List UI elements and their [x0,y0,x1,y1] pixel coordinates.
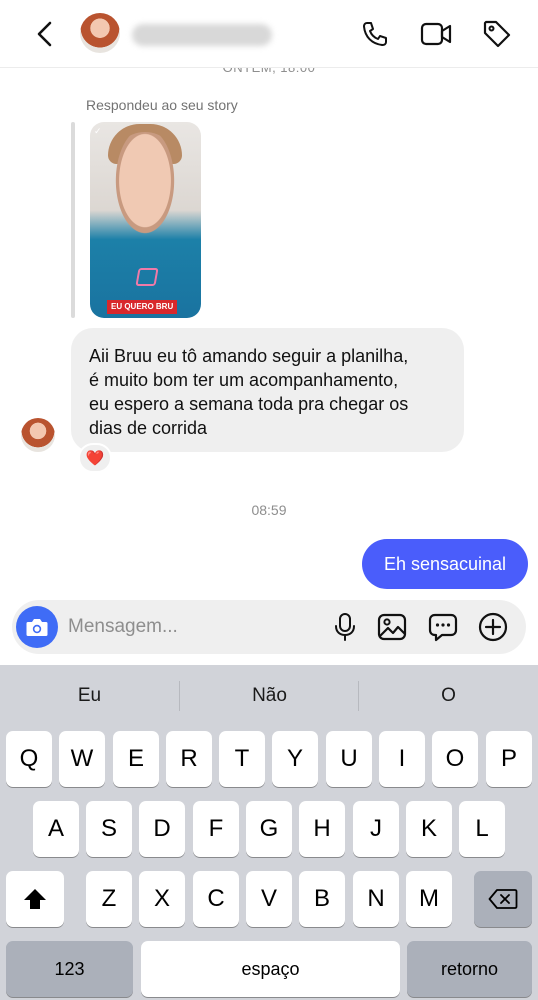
conversation-header [0,0,538,68]
key-q[interactable]: Q [6,731,52,787]
story-badge: EU QUERO BRU [107,300,178,314]
message-line: dias de corrida [89,418,208,438]
key-g[interactable]: G [246,801,292,857]
incoming-message-bubble[interactable]: Aii Bruu eu tô amando seguir a planilha,… [71,328,464,452]
suggestion-3[interactable]: O [359,665,538,727]
key-v[interactable]: V [246,871,292,927]
message-input[interactable] [68,613,318,641]
camera-icon [26,619,48,636]
tag-icon [483,20,511,48]
key-l[interactable]: L [459,801,505,857]
heart-icon: ❤️ [85,450,105,467]
key-j[interactable]: J [353,801,399,857]
dm-conversation-screen: ONTEM, 18:00 Respondeu ao seu story ✓ EU… [0,0,538,1000]
outgoing-message-bubble[interactable]: Eh sensacuinal [362,539,528,589]
return-key[interactable]: retorno [407,941,532,997]
key-s[interactable]: S [86,801,132,857]
key-z[interactable]: Z [86,871,132,927]
camera-button[interactable] [16,606,58,648]
key-f[interactable]: F [193,801,239,857]
shift-icon [24,889,46,909]
message-line: é muito bom ter um acompanhamento, [89,370,399,390]
space-key[interactable]: espaço [141,941,400,997]
message-timestamp: 08:59 [251,502,287,518]
key-o[interactable]: O [432,731,478,787]
key-k[interactable]: K [406,801,452,857]
key-r[interactable]: R [166,731,212,787]
mic-icon [335,613,355,641]
more-button[interactable] [477,611,509,643]
numbers-key[interactable]: 123 [6,941,133,997]
voice-message-button[interactable] [329,611,361,643]
sticker-button[interactable] [427,611,459,643]
sticker-icon [428,613,458,642]
gallery-icon [377,613,407,641]
key-i[interactable]: I [379,731,425,787]
message-composer [12,600,526,654]
key-p[interactable]: P [486,731,532,787]
key-a[interactable]: A [33,801,79,857]
reply-indicator-bar [71,122,75,318]
suggestion-1[interactable]: Eu [0,665,179,727]
key-d[interactable]: D [139,801,185,857]
tag-button[interactable] [481,18,513,50]
audio-call-button[interactable] [359,18,391,50]
sender-avatar[interactable] [21,418,55,452]
video-icon [420,22,452,46]
contact-avatar[interactable] [80,13,120,53]
key-u[interactable]: U [326,731,372,787]
story-thumbnail[interactable]: ✓ EU QUERO BRU [90,122,201,318]
back-icon [37,21,52,47]
shift-key[interactable] [6,871,64,927]
key-c[interactable]: C [193,871,239,927]
story-face [112,132,178,240]
key-w[interactable]: W [59,731,105,787]
backspace-key[interactable] [474,871,532,927]
video-call-button[interactable] [420,18,452,50]
key-h[interactable]: H [299,801,345,857]
key-m[interactable]: M [406,871,452,927]
key-b[interactable]: B [299,871,345,927]
key-n[interactable]: N [353,871,399,927]
story-reply-label: Respondeu ao seu story [86,97,238,113]
heart-reaction[interactable]: ❤️ [78,443,112,473]
ios-keyboard: Eu Não O Q W E R T Y U I O P A S D F G H… [0,665,538,1000]
backspace-icon [488,889,518,909]
message-line: eu espero a semana toda pra chegar os [89,394,409,414]
phone-icon [363,22,387,46]
key-t[interactable]: T [219,731,265,787]
plus-icon [478,612,508,642]
shirt-logo [135,268,159,286]
check-icon: ✓ [94,126,102,136]
back-button[interactable] [30,18,60,50]
key-y[interactable]: Y [272,731,318,787]
message-line: Aii Bruu eu tô amando seguir a planilha, [89,346,409,366]
key-x[interactable]: X [139,871,185,927]
gallery-button[interactable] [376,611,408,643]
contact-name-blurred[interactable] [132,24,272,46]
key-e[interactable]: E [113,731,159,787]
suggestion-2[interactable]: Não [180,665,359,727]
